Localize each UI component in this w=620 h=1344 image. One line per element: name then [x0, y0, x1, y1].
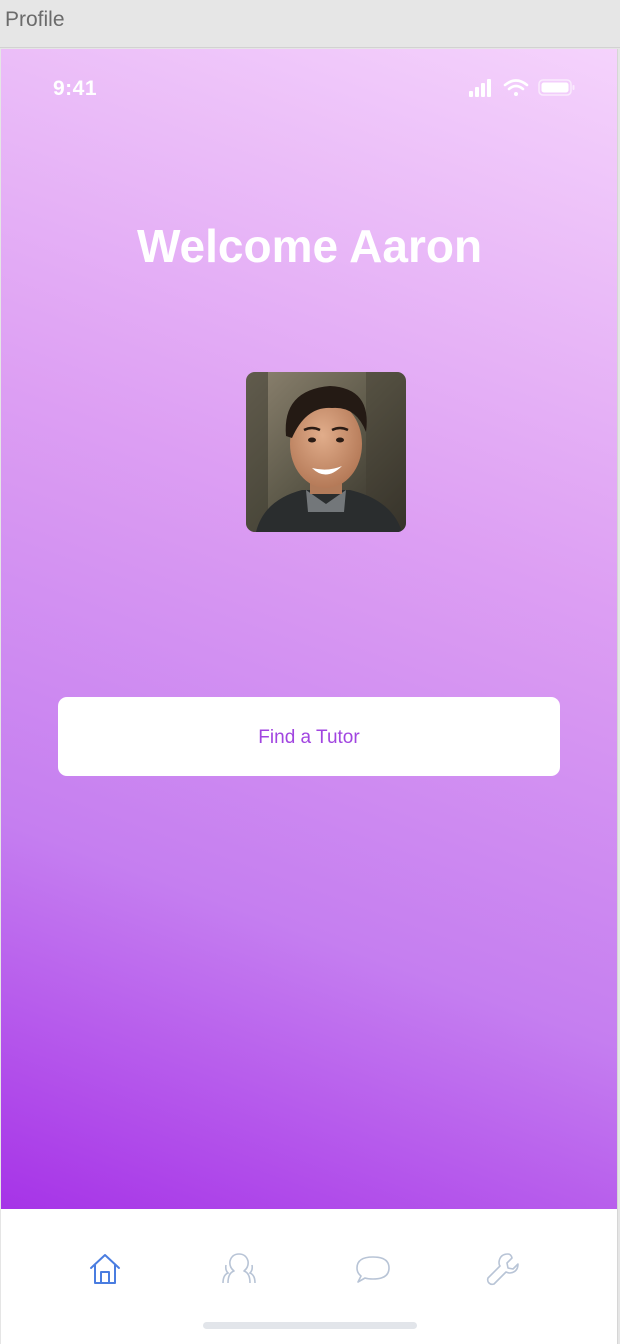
wrench-icon — [486, 1253, 519, 1286]
avatar-photo — [246, 372, 406, 532]
avatar[interactable] — [246, 372, 406, 532]
window-title-bar: Profile — [0, 0, 620, 48]
find-tutor-button[interactable]: Find a Tutor — [58, 697, 560, 776]
status-bar-time: 9:41 — [53, 77, 98, 100]
chat-bubble-icon — [356, 1256, 390, 1283]
battery-icon — [538, 79, 575, 96]
tab-users[interactable] — [217, 1247, 261, 1291]
welcome-title: Welcome Aaron — [136, 220, 483, 272]
tab-bar — [1, 1209, 617, 1344]
wifi-icon — [503, 79, 529, 96]
home-indicator — [203, 1322, 417, 1329]
phone-screen: 9:41 Welcome Aaron Find a Tutor — [1, 49, 618, 1344]
tab-home[interactable] — [83, 1247, 127, 1291]
users-icon — [222, 1253, 256, 1284]
signal-icon — [469, 79, 491, 97]
home-icon — [90, 1254, 120, 1284]
tab-messages[interactable] — [351, 1247, 395, 1291]
profile-background: 9:41 Welcome Aaron Find a Tutor — [1, 49, 617, 1209]
status-bar-icons — [469, 79, 575, 97]
tab-settings[interactable] — [481, 1247, 525, 1291]
window-title: Profile — [5, 8, 65, 31]
